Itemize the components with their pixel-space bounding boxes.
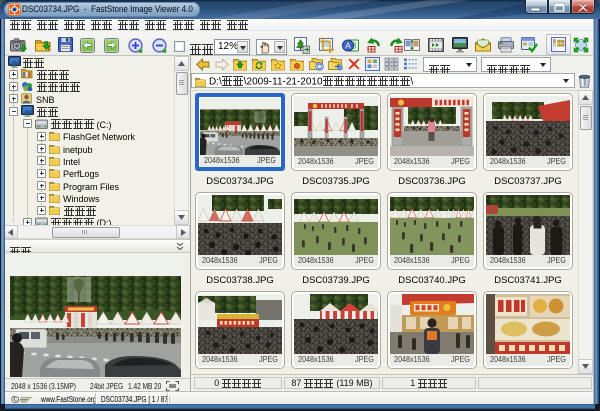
svg-text:A: A	[345, 41, 351, 51]
